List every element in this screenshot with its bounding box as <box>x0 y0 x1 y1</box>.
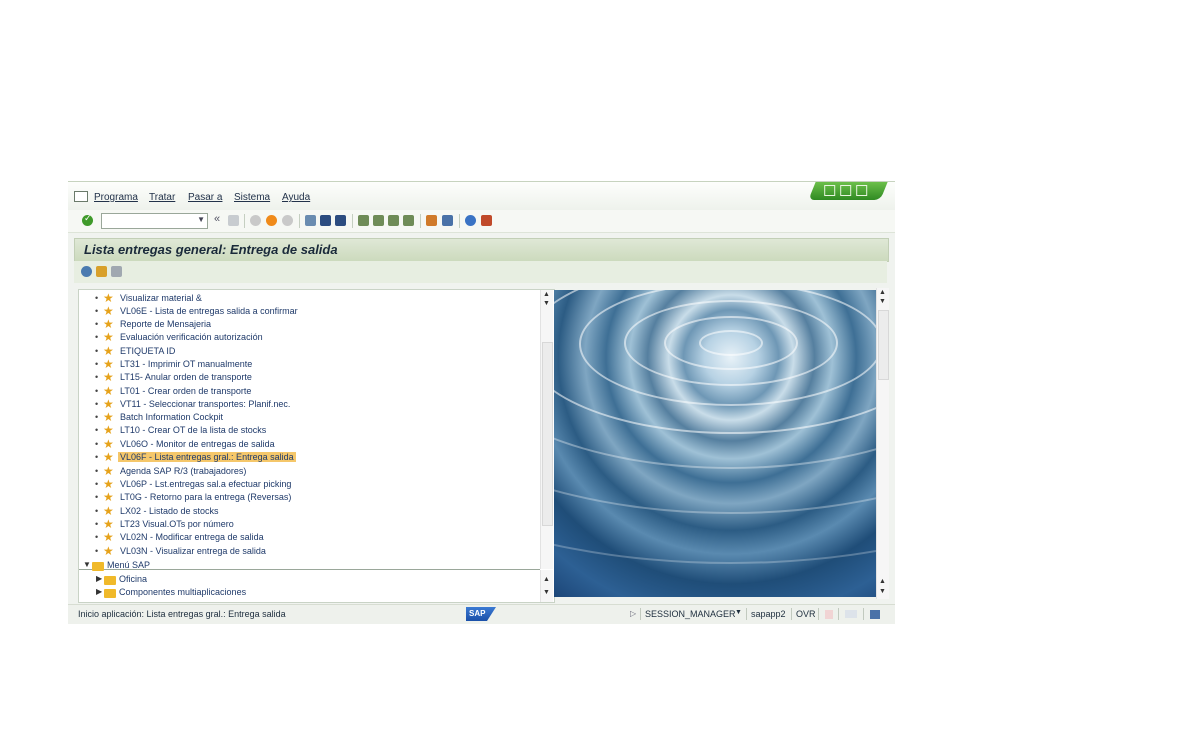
sap-gui-window: Programa Tratar Pasar a Sistema Ayuda ▼ … <box>68 181 895 624</box>
expand-icon[interactable]: ▶ <box>96 574 102 583</box>
star-icon: ★ <box>103 477 114 491</box>
menu-tratar[interactable]: Tratar <box>149 192 175 203</box>
star-icon: ★ <box>103 544 114 558</box>
tree-lower-scrollbar[interactable]: ▲ ▼ <box>540 570 553 602</box>
tree-scrollbar[interactable]: ▲ ▼ <box>540 290 553 569</box>
scroll-up-icon[interactable]: ▲ <box>879 289 886 296</box>
insert-mode[interactable]: OVR <box>796 609 816 619</box>
save-icon[interactable] <box>228 215 239 226</box>
help-icon[interactable] <box>465 215 476 226</box>
scroll-up-icon[interactable]: ▲ <box>543 291 550 298</box>
star-icon: ★ <box>103 423 114 437</box>
image-scrollbar[interactable]: ▲ ▼ ▲ ▼ <box>876 288 889 599</box>
expand-icon[interactable]: ▶ <box>96 587 102 596</box>
system-toolbar: ▼ « <box>68 210 895 233</box>
shortcut-icon[interactable] <box>442 215 453 226</box>
star-icon: ★ <box>103 464 114 478</box>
star-icon: ★ <box>103 357 114 371</box>
star-icon: ★ <box>103 437 114 451</box>
scroll-up-icon[interactable]: ▲ <box>543 576 550 583</box>
find-next-icon[interactable] <box>335 215 346 226</box>
layout-icon[interactable] <box>481 215 492 226</box>
star-icon: ★ <box>103 317 114 331</box>
chevron-down-icon[interactable]: ▼ <box>735 609 742 616</box>
collapse-icon[interactable]: ▼ <box>83 560 91 569</box>
star-icon: ★ <box>103 517 114 531</box>
status-indicator-icon <box>825 610 833 619</box>
prev-page-icon[interactable] <box>373 215 384 226</box>
star-icon: ★ <box>103 397 114 411</box>
page-title: Lista entregas general: Entrega de salid… <box>84 242 338 257</box>
scroll-down-icon[interactable]: ▼ <box>543 589 550 596</box>
session-info[interactable]: SESSION_MANAGER <box>645 609 736 619</box>
scroll-down-icon[interactable]: ▼ <box>879 298 886 305</box>
add-favorite-icon[interactable] <box>96 266 107 277</box>
star-icon: ★ <box>103 291 114 305</box>
star-icon: ★ <box>103 490 114 504</box>
scrollbar-thumb[interactable] <box>542 342 553 526</box>
favorite-edit-icon[interactable] <box>111 266 122 277</box>
star-icon: ★ <box>103 330 114 344</box>
enter-icon[interactable] <box>82 213 93 226</box>
connection-icon <box>845 610 857 618</box>
star-icon: ★ <box>103 504 114 518</box>
history-icon[interactable]: « <box>214 213 225 225</box>
menu-ayuda[interactable]: Ayuda <box>282 192 310 203</box>
menu-sistema[interactable]: Sistema <box>234 192 270 203</box>
chevron-down-icon[interactable]: ▼ <box>197 215 205 224</box>
folder-icon <box>104 576 116 585</box>
water-ripple-image <box>554 290 876 597</box>
status-bar: Inicio aplicación: Lista entregas gral.:… <box>68 604 895 624</box>
menu-bar: Programa Tratar Pasar a Sistema Ayuda <box>68 182 895 210</box>
application-toolbar <box>74 261 887 283</box>
folder-icon <box>104 589 116 598</box>
new-session-icon[interactable] <box>426 215 437 226</box>
print-icon[interactable] <box>305 215 316 226</box>
star-icon: ★ <box>103 384 114 398</box>
other-menu-icon[interactable] <box>81 266 92 277</box>
status-toggle-icon[interactable]: ▷ <box>630 609 636 618</box>
menu-programa[interactable]: Programa <box>94 192 138 203</box>
folder-icon <box>92 562 104 571</box>
server-info: sapapp2 <box>751 609 786 619</box>
favorites-tree: • ★ Visualizar material & • ★ VL06E - Lista … <box>78 289 555 603</box>
system-menu-icon[interactable] <box>74 191 88 202</box>
star-icon: ★ <box>103 344 114 358</box>
status-message: Inicio aplicación: Lista entregas gral.:… <box>78 609 286 619</box>
minimize-icon[interactable] <box>824 185 836 196</box>
scroll-up-icon[interactable]: ▲ <box>879 578 886 585</box>
exit-icon[interactable] <box>266 215 277 226</box>
star-icon: ★ <box>103 304 114 318</box>
next-page-icon[interactable] <box>388 215 399 226</box>
find-icon[interactable] <box>320 215 331 226</box>
scroll-down-icon[interactable]: ▼ <box>879 588 886 595</box>
maximize-icon[interactable] <box>840 185 852 196</box>
star-icon: ★ <box>103 370 114 384</box>
screen-title-bar: Lista entregas general: Entrega de salid… <box>74 238 889 262</box>
lock-icon[interactable] <box>870 610 880 619</box>
close-icon[interactable] <box>856 185 868 196</box>
cancel-icon[interactable] <box>282 215 293 226</box>
menu-pasar-a[interactable]: Pasar a <box>188 192 222 203</box>
star-icon: ★ <box>103 530 114 544</box>
scroll-down-icon[interactable]: ▼ <box>543 300 550 307</box>
scrollbar-thumb[interactable] <box>878 310 889 380</box>
window-controls <box>808 182 888 200</box>
last-page-icon[interactable] <box>403 215 414 226</box>
sap-logo: SAP <box>466 607 496 621</box>
star-icon: ★ <box>103 410 114 424</box>
back-icon[interactable] <box>250 215 261 226</box>
command-field[interactable]: ▼ <box>101 213 208 229</box>
star-icon: ★ <box>103 450 114 464</box>
first-page-icon[interactable] <box>358 215 369 226</box>
